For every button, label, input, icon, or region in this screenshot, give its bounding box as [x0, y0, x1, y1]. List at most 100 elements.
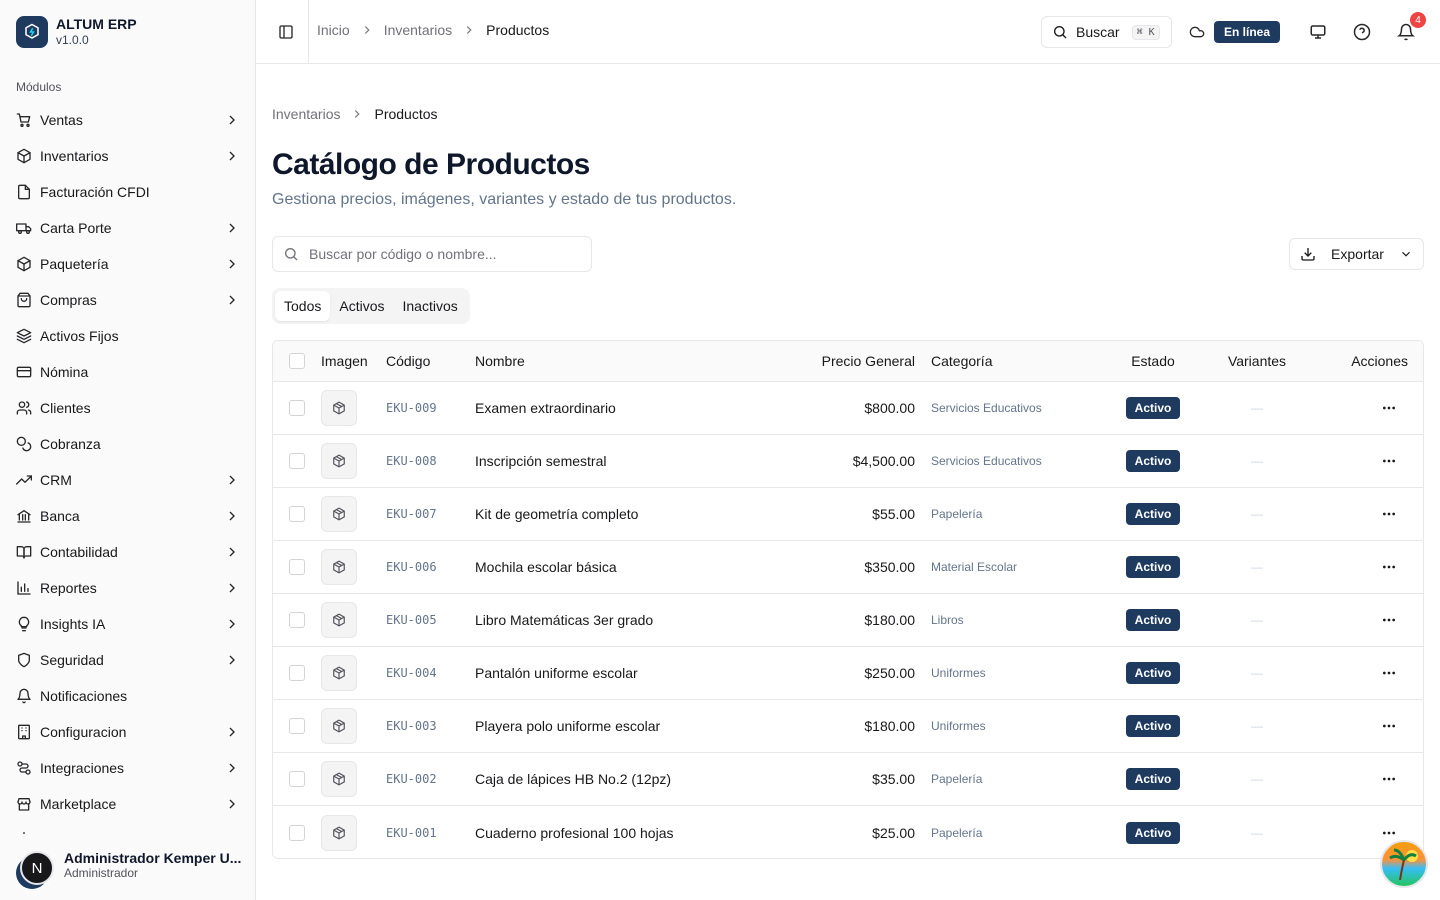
product-variants: —	[1251, 613, 1263, 627]
product-code: EKU-005	[386, 613, 437, 627]
table-row[interactable]: EKU-001 Cuaderno profesional 100 hojas $25…	[273, 806, 1423, 858]
row-actions-button[interactable]	[1381, 647, 1397, 699]
product-category: Libros	[931, 613, 964, 627]
chevron-right-icon	[462, 23, 476, 37]
product-category: Uniformes	[931, 719, 986, 733]
brand[interactable]: ALTUM ERP v1.0.0	[16, 16, 137, 48]
table-row[interactable]: EKU-007 Kit de geometría completo $55.00 Pa…	[273, 488, 1423, 541]
sidebar-item-reportes[interactable]: Reportes	[8, 570, 248, 606]
row-checkbox[interactable]	[289, 718, 305, 734]
sidebar-item-label: Clientes	[40, 400, 91, 416]
row-actions-button[interactable]	[1381, 541, 1397, 593]
app-name: ALTUM ERP	[56, 16, 137, 32]
package-icon	[16, 148, 32, 164]
sidebar-item-personalizado[interactable]: Personalizado	[8, 822, 248, 834]
sidebar-item-compras[interactable]: Compras	[8, 282, 248, 318]
select-all-checkbox[interactable]	[289, 353, 305, 369]
row-checkbox[interactable]	[289, 665, 305, 681]
product-code: EKU-002	[386, 772, 437, 786]
sidebar-item-clientes[interactable]: Clientes	[8, 390, 248, 426]
sidebar-item-nomina[interactable]: Nómina	[8, 354, 248, 390]
tab-inactivos[interactable]: Inactivos	[393, 291, 466, 321]
sidebar-item-crm[interactable]: CRM	[8, 462, 248, 498]
sidebar-item-paqueteria[interactable]: Paquetería	[8, 246, 248, 282]
user-menu[interactable]: N Administrador Kemper U... Administrado…	[16, 843, 246, 889]
package-icon	[332, 560, 346, 574]
row-checkbox[interactable]	[289, 559, 305, 575]
tab-todos[interactable]: Todos	[275, 291, 331, 321]
product-image-cell	[321, 382, 357, 434]
export-button[interactable]: Exportar	[1289, 238, 1424, 270]
sidebar-item-marketplace[interactable]: Marketplace	[8, 786, 248, 822]
product-image-placeholder[interactable]	[321, 655, 357, 691]
help-button[interactable]	[1352, 22, 1372, 42]
product-category: Papelería	[931, 825, 983, 840]
table-row[interactable]: EKU-004 Pantalón uniforme escolar $250.00 U…	[273, 647, 1423, 700]
row-checkbox[interactable]	[289, 612, 305, 628]
breadcrumb-link-inicio[interactable]: Inicio	[317, 22, 350, 38]
sidebar-item-integraciones[interactable]: Integraciones	[8, 750, 248, 786]
sidebar-item-contabilidad[interactable]: Contabilidad	[8, 534, 248, 570]
row-checkbox[interactable]	[289, 506, 305, 522]
row-actions-button[interactable]	[1381, 435, 1397, 487]
breadcrumb: Inicio Inventarios Productos	[317, 22, 549, 38]
row-actions-button[interactable]	[1381, 753, 1397, 805]
status-badge: Activo	[1125, 715, 1181, 737]
sidebar-item-facturacion-cfdi[interactable]: Facturación CFDI	[8, 174, 248, 210]
product-search-input[interactable]	[309, 246, 569, 262]
status-badge: Activo	[1125, 821, 1181, 844]
product-image-placeholder[interactable]	[321, 390, 357, 426]
row-actions-button[interactable]	[1381, 488, 1397, 540]
product-image-placeholder[interactable]	[321, 761, 357, 797]
chevron-right-icon	[224, 148, 240, 164]
sidebar-item-notificaciones[interactable]: Notificaciones	[8, 678, 248, 714]
table-row[interactable]: EKU-003 Playera polo uniforme escolar $180…	[273, 700, 1423, 753]
row-select-cell	[289, 647, 305, 699]
product-name: Cuaderno profesional 100 hojas	[475, 824, 674, 841]
sidebar-item-insights-ia[interactable]: Insights IA	[8, 606, 248, 642]
page-breadcrumb-link-inventarios[interactable]: Inventarios	[272, 106, 340, 122]
assistant-launcher-button[interactable]	[1380, 840, 1428, 888]
sidebar-item-configuracion[interactable]: Configuracion	[8, 714, 248, 750]
table-row[interactable]: EKU-002 Caja de lápices HB No.2 (12pz) $35…	[273, 753, 1423, 806]
product-image-placeholder[interactable]	[321, 708, 357, 744]
more-horizontal-icon	[1383, 618, 1395, 622]
global-search-button[interactable]: Buscar ⌘ K	[1041, 16, 1172, 48]
sidebar-item-seguridad[interactable]: Seguridad	[8, 642, 248, 678]
sidebar-item-cobranza[interactable]: Cobranza	[8, 426, 248, 462]
file-icon	[16, 184, 32, 200]
row-checkbox[interactable]	[289, 771, 305, 787]
product-image-cell	[321, 806, 357, 858]
row-actions-button[interactable]	[1381, 382, 1397, 434]
row-checkbox[interactable]	[289, 453, 305, 469]
product-image-placeholder[interactable]	[321, 602, 357, 638]
more-horizontal-icon	[1383, 831, 1395, 834]
row-checkbox[interactable]	[289, 824, 305, 841]
tab-activos[interactable]: Activos	[330, 291, 393, 321]
row-actions-button[interactable]	[1381, 700, 1397, 752]
sidebar-toggle-button[interactable]	[272, 20, 300, 44]
table-row[interactable]: EKU-005 Libro Matemáticas 3er grado $180.0…	[273, 594, 1423, 647]
row-checkbox[interactable]	[289, 400, 305, 416]
sidebar-item-inventarios[interactable]: Inventarios	[8, 138, 248, 174]
table-row[interactable]: EKU-008 Inscripción semestral $4,500.00 Ser…	[273, 435, 1423, 488]
product-image-placeholder[interactable]	[321, 496, 357, 532]
product-image-placeholder[interactable]	[321, 814, 357, 851]
table-row[interactable]: EKU-006 Mochila escolar básica $350.00 Mate…	[273, 541, 1423, 594]
product-image-placeholder[interactable]	[321, 549, 357, 585]
display-button[interactable]	[1308, 22, 1328, 42]
status-cell: Activo	[1113, 382, 1193, 434]
row-actions-button[interactable]	[1381, 594, 1397, 646]
product-search-field[interactable]	[272, 236, 592, 272]
sidebar-item-ventas[interactable]: Ventas	[8, 102, 248, 138]
coins-icon	[16, 436, 32, 452]
table-row[interactable]: EKU-009 Examen extraordinario $800.00 Servi…	[273, 382, 1423, 435]
sidebar-item-banca[interactable]: Banca	[8, 498, 248, 534]
sidebar-item-activos-fijos[interactable]: Activos Fijos	[8, 318, 248, 354]
breadcrumb-link-inventarios[interactable]: Inventarios	[384, 22, 452, 38]
sidebar-item-carta-porte[interactable]: Carta Porte	[8, 210, 248, 246]
row-select-cell	[289, 753, 305, 805]
search-icon	[1054, 26, 1067, 39]
sidebar-item-label: Insights IA	[40, 616, 106, 632]
product-image-placeholder[interactable]	[321, 443, 357, 479]
